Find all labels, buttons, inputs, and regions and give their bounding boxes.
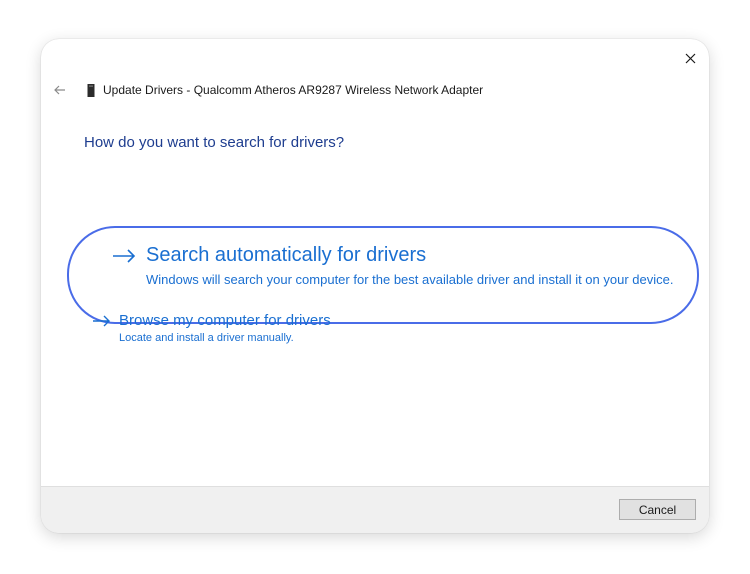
browse-computer-title: Browse my computer for drivers [119,312,331,329]
browse-computer-description: Locate and install a driver manually. [119,332,294,344]
search-automatically-option[interactable]: Search automatically for drivers Windows… [67,226,699,324]
search-automatically-title: Search automatically for drivers [146,244,427,266]
browse-computer-option[interactable]: Browse my computer for drivers Locate an… [92,311,331,345]
arrow-right-icon [92,315,111,345]
close-icon [685,53,695,63]
back-button[interactable] [51,81,69,99]
cancel-button[interactable]: Cancel [619,499,696,520]
network-adapter-icon [87,83,95,97]
back-arrow-icon [54,85,65,95]
search-automatically-description: Windows will search your computer for th… [146,272,674,287]
title-bar: Update Drivers - Qualcomm Atheros AR9287… [51,81,483,99]
window-title: Update Drivers - Qualcomm Atheros AR9287… [103,83,484,97]
page-heading: How do you want to search for drivers? [84,134,345,151]
dialog-footer: Cancel [41,486,709,533]
update-drivers-dialog: Update Drivers - Qualcomm Atheros AR9287… [41,39,709,533]
close-button[interactable] [679,47,701,69]
